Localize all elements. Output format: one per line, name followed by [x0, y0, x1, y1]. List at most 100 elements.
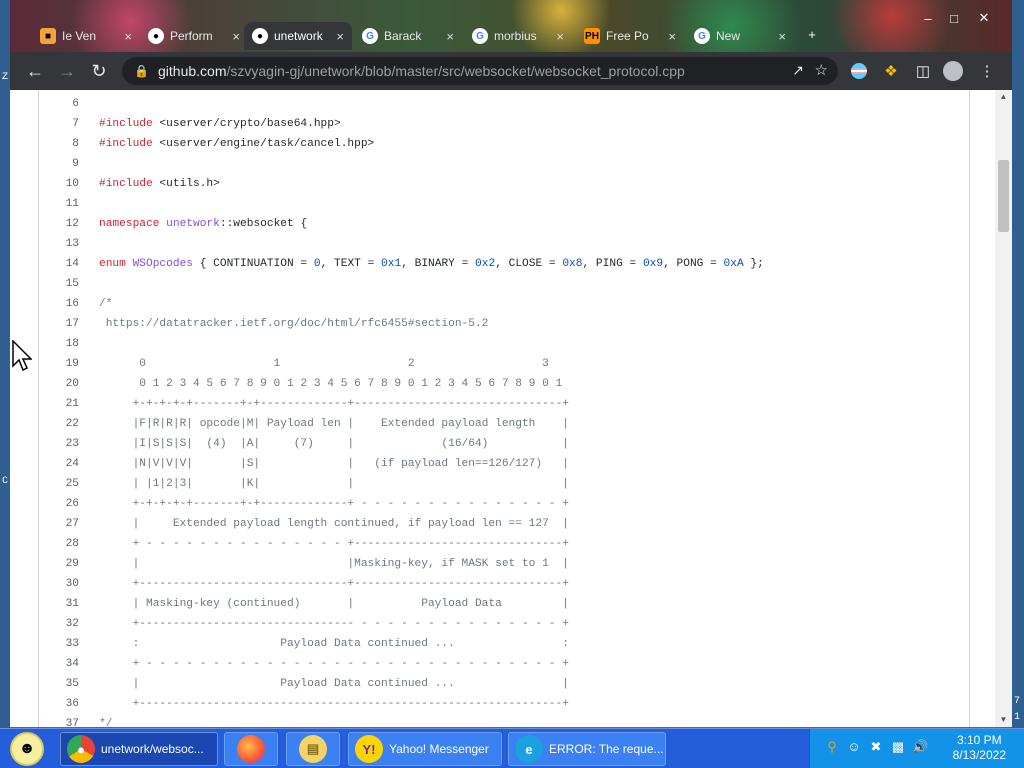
line-number[interactable]: 15: [39, 274, 79, 294]
line-number[interactable]: 23: [39, 434, 79, 454]
search-tray-icon[interactable]: ⚲: [824, 739, 840, 755]
line-number[interactable]: 30: [39, 574, 79, 594]
menu-kebab-icon[interactable]: ⋮: [976, 60, 998, 82]
system-tray: ⚲ ☺ ✖ ▩ 🔊 3:10 PM 8/13/2022: [809, 729, 1024, 768]
line-number[interactable]: 24: [39, 454, 79, 474]
bookmark-star-icon[interactable]: ☆: [815, 61, 828, 79]
close-tab-icon[interactable]: ×: [124, 29, 132, 44]
line-number[interactable]: 25: [39, 474, 79, 494]
share-icon[interactable]: ↗: [792, 62, 804, 79]
line-number[interactable]: 21: [39, 394, 79, 414]
new-tab-icon[interactable]: +: [800, 24, 824, 44]
line-number[interactable]: 28: [39, 534, 79, 554]
line-source: #include <userver/engine/task/cancel.hpp…: [99, 138, 375, 150]
line-number[interactable]: 37: [39, 714, 79, 727]
line-number[interactable]: 17: [39, 314, 79, 334]
line-number[interactable]: 26: [39, 494, 79, 514]
close-tab-icon[interactable]: ×: [778, 29, 786, 44]
close-tab-icon[interactable]: ×: [556, 29, 564, 44]
scroll-down-arrow-icon[interactable]: ▼: [995, 713, 1012, 727]
line-number[interactable]: 9: [39, 154, 79, 174]
address-bar[interactable]: 🔒 github.com/szvyagin-gj/unetwork/blob/m…: [122, 57, 838, 85]
taskbar-item[interactable]: ● unetwork/websoc...: [60, 732, 218, 766]
close-tab-icon[interactable]: ×: [446, 29, 454, 44]
tab-label: unetwork: [274, 29, 323, 43]
line-source: #include <utils.h>: [99, 178, 220, 190]
clock-time: 3:10 PM: [956, 733, 1002, 747]
line-source: +---------------------------------------…: [99, 698, 569, 710]
desktop-left-strip: Z C: [0, 0, 10, 730]
taskbar-item[interactable]: ▤: [286, 732, 340, 766]
tab-label: New: [716, 29, 741, 43]
taskbar-item[interactable]: e ERROR: The reque...: [508, 732, 666, 766]
close-tab-icon[interactable]: ×: [336, 29, 344, 44]
line-number[interactable]: 34: [39, 654, 79, 674]
maximize-icon[interactable]: □: [942, 8, 966, 28]
tab-label: morbius: [494, 29, 537, 43]
browser-tab[interactable]: PH Free Po ×: [576, 22, 684, 50]
browser-tab[interactable]: ● Perform ×: [140, 22, 248, 50]
line-source: |F|R|R|R| opcode|M| Payload len | Extend…: [99, 418, 569, 430]
line-number[interactable]: 18: [39, 334, 79, 354]
line-number[interactable]: 7: [39, 114, 79, 134]
security-tray-icon[interactable]: ✖: [868, 739, 884, 755]
line-number[interactable]: 31: [39, 594, 79, 614]
minimize-icon[interactable]: –: [916, 8, 940, 28]
line-number[interactable]: 32: [39, 614, 79, 634]
vertical-scrollbar[interactable]: ▲ ▼: [995, 90, 1012, 727]
line-number[interactable]: 29: [39, 554, 79, 574]
volume-tray-icon[interactable]: 🔊: [912, 739, 928, 755]
clock[interactable]: 3:10 PM 8/13/2022: [953, 733, 1006, 763]
line-source: #include <userver/crypto/base64.hpp>: [99, 118, 341, 130]
line-number[interactable]: 16: [39, 294, 79, 314]
reload-icon[interactable]: ↻: [88, 60, 110, 82]
line-number[interactable]: 13: [39, 234, 79, 254]
forward-arrow-icon[interactable]: →: [56, 60, 78, 82]
network-tray-icon[interactable]: ▩: [890, 739, 906, 755]
close-tab-icon[interactable]: ×: [232, 29, 240, 44]
profile-flag-icon[interactable]: [848, 60, 870, 82]
browser-tab[interactable]: Gmorbius ×: [464, 22, 572, 50]
page-viewport: 6 7 #include <userver/crypto/base64.hpp> 8 #…: [10, 90, 1012, 727]
browser-tab[interactable]: G New ×: [686, 22, 794, 50]
line-number[interactable]: 35: [39, 674, 79, 694]
line-number[interactable]: 33: [39, 634, 79, 654]
close-tab-icon[interactable]: ×: [668, 29, 676, 44]
scrollbar-thumb[interactable]: [998, 160, 1009, 232]
line-source: +-------------------------------+-------…: [99, 578, 569, 590]
extensions-puzzle-icon[interactable]: ❖: [880, 60, 902, 82]
browser-tab[interactable]: ■ Ie Ven ×: [32, 22, 140, 50]
line-number[interactable]: 11: [39, 194, 79, 214]
line-number[interactable]: 27: [39, 514, 79, 534]
emoticon-tray-icon[interactable]: ☺: [846, 739, 862, 755]
google-icon: G: [472, 28, 488, 44]
tab-label: Barack: [384, 29, 422, 43]
line-number[interactable]: 36: [39, 694, 79, 714]
line-number[interactable]: 6: [39, 94, 79, 114]
line-number[interactable]: 22: [39, 414, 79, 434]
browser-tab[interactable]: ● unetwork ×: [244, 22, 352, 50]
github-icon: ●: [148, 28, 164, 44]
line-number[interactable]: 8: [39, 134, 79, 154]
side-panel-icon[interactable]: ◫: [912, 60, 934, 82]
line-number[interactable]: 20: [39, 374, 79, 394]
line-source: 0 1 2 3 4 5 6 7 8 9 0 1 2 3 4 5 6 7 8 9 …: [99, 378, 563, 390]
browser-tab[interactable]: G Barack ×: [354, 22, 462, 50]
taskbar-item[interactable]: Y! Yahoo! Messenger: [348, 732, 502, 766]
scroll-up-arrow-icon[interactable]: ▲: [995, 90, 1012, 104]
taskbar-item[interactable]: [224, 732, 278, 766]
url-text[interactable]: github.com/szvyagin-gj/unetwork/blob/mas…: [158, 63, 685, 79]
tab-label: Perform: [170, 29, 213, 43]
line-number[interactable]: 14: [39, 254, 79, 274]
close-window-icon[interactable]: ✕: [972, 8, 996, 28]
line-source: |I|S|S|S| (4) |A| (7) | (16/64) |: [99, 438, 569, 450]
tab-strip: ■ Ie Ven × ● Perform × ● unetwork × G Barack × Gmorb…: [10, 0, 1012, 52]
line-number[interactable]: 12: [39, 214, 79, 234]
line-number[interactable]: 19: [39, 354, 79, 374]
start-button[interactable]: ☻: [10, 732, 44, 766]
back-arrow-icon[interactable]: ←: [24, 60, 46, 82]
line-number[interactable]: 10: [39, 174, 79, 194]
ph-icon: PH: [584, 28, 600, 44]
account-avatar-icon[interactable]: [942, 60, 964, 82]
tab-label: Ie Ven: [62, 29, 97, 43]
